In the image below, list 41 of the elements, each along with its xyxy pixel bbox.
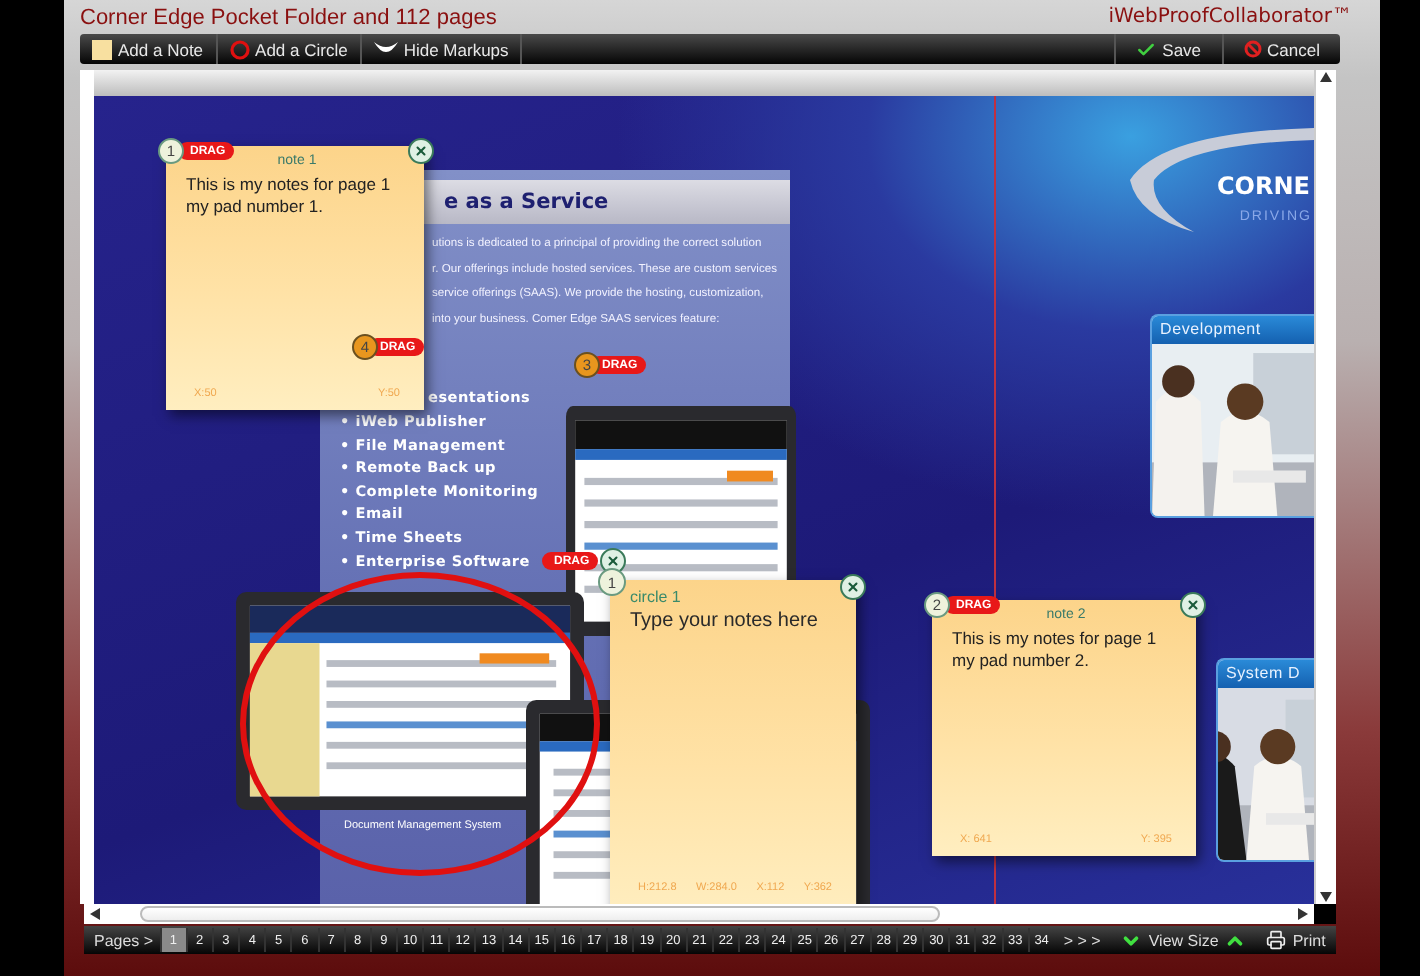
horizontal-scrollbar[interactable] — [84, 904, 1336, 924]
scroll-thumb[interactable] — [140, 906, 940, 922]
crescent-icon — [373, 42, 398, 56]
close-icon — [1186, 598, 1200, 612]
save-button[interactable]: Save — [1114, 34, 1222, 64]
circle-icon — [229, 39, 250, 59]
toolbar-button[interactable]: Add a Circle — [217, 34, 362, 64]
cancel-button[interactable]: Cancel — [1221, 34, 1340, 64]
brand-name: iWebProofCollaborator™ — [1108, 6, 1352, 28]
right-arrow-icon — [1298, 908, 1308, 920]
view-size-button[interactable]: View Size — [1110, 929, 1257, 951]
cancel-icon — [1243, 40, 1262, 58]
left-arrow-icon — [90, 908, 100, 920]
pages-label: Pages > — [92, 931, 156, 949]
note-text: This is my notes for page 1 my pad number 1. — [186, 174, 391, 218]
note-icon — [92, 39, 112, 59]
down-arrow-icon — [1320, 892, 1332, 902]
toolbar-button[interactable]: Add a Note — [80, 34, 218, 64]
scrollbar-corner — [1314, 904, 1336, 924]
logo-name: CORNE — [1217, 172, 1310, 200]
close-icon — [414, 144, 428, 158]
section-heading: e as a Service — [444, 190, 609, 214]
close-button[interactable] — [1180, 592, 1206, 618]
printer-icon — [1266, 930, 1287, 950]
print-button[interactable]: Print — [1256, 930, 1336, 950]
note-text: This is my notes for page 1 my pad number 2. — [952, 628, 1157, 672]
up-arrow-icon — [1320, 72, 1332, 82]
close-icon — [606, 554, 620, 568]
more-pages-button[interactable]: > > > — [1053, 931, 1111, 949]
circle-markup[interactable] — [240, 572, 600, 876]
close-icon — [846, 580, 860, 594]
card-title: Development — [1152, 316, 1314, 344]
toolbar-button[interactable]: Hide Markups — [361, 34, 523, 64]
vertical-scrollbar[interactable] — [1314, 70, 1336, 904]
note-title: circle 1 — [630, 588, 683, 606]
check-icon — [1136, 39, 1157, 59]
window-title: Corner Edge Pocket Folder and 112 pages — [80, 5, 497, 29]
card-title: System D — [1218, 660, 1314, 688]
note-input[interactable]: Type your notes here — [630, 610, 840, 882]
close-button[interactable] — [408, 138, 434, 164]
close-button[interactable] — [840, 574, 866, 600]
